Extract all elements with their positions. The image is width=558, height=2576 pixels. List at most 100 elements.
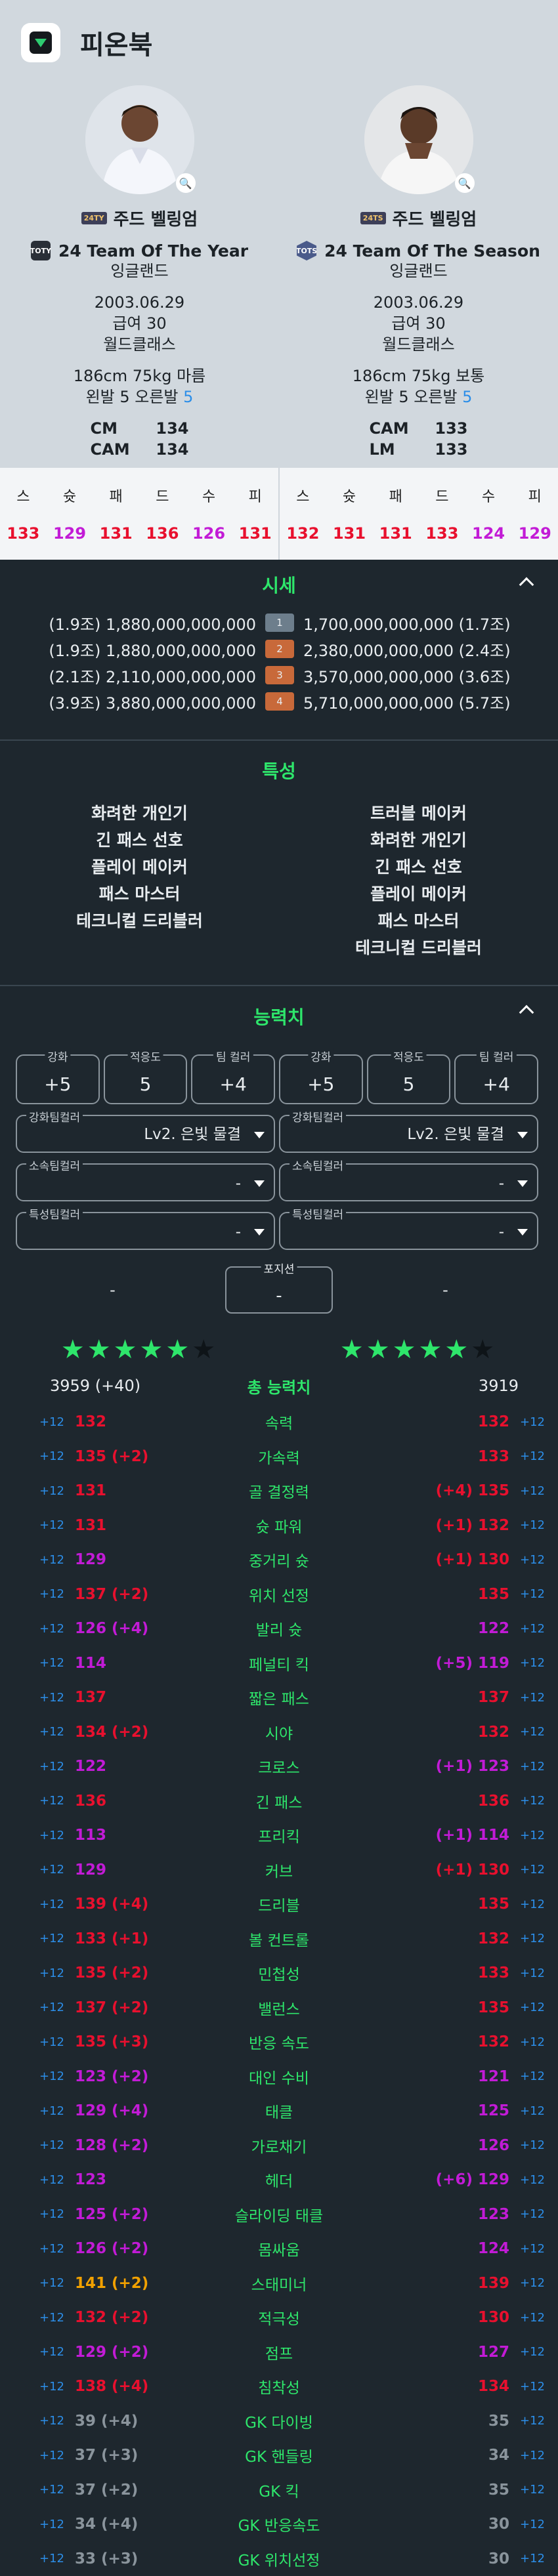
stat-row: +12139 (+4)드리블135+12 bbox=[0, 1887, 558, 1922]
trait-team-color-select[interactable]: 특성팀컬러- bbox=[16, 1212, 275, 1250]
summary-label: 수 bbox=[482, 485, 495, 506]
stat-value: 121 bbox=[478, 2068, 509, 2085]
stat-name: 침착성 bbox=[177, 2375, 381, 2398]
stat-bonus: +12 bbox=[520, 1725, 545, 1739]
stat-right: (+1) 130+12 bbox=[381, 1861, 558, 1879]
stat-value: 135 (+3) bbox=[75, 2033, 148, 2050]
stat-value-num: 132 bbox=[478, 2033, 509, 2050]
stat-left: +1233 (+3) bbox=[0, 2550, 177, 2567]
stat-bonus: +12 bbox=[520, 2449, 545, 2462]
price-row: (2.1조) 2,110,000,000,00033,570,000,000,0… bbox=[0, 662, 558, 688]
stat-name: 점프 bbox=[177, 2341, 381, 2363]
stat-value-num: 136 bbox=[478, 1793, 509, 1810]
stat-value: 131 bbox=[75, 1517, 106, 1534]
stat-value: (+5) 119 bbox=[436, 1655, 509, 1672]
app-logo-icon[interactable] bbox=[21, 23, 60, 62]
field-value: - bbox=[499, 1224, 504, 1241]
field-label: 적응도 bbox=[391, 1048, 427, 1064]
stat-bonus: +12 bbox=[520, 2035, 545, 2049]
nation: 잉글랜드 bbox=[110, 260, 168, 281]
zoom-icon[interactable]: 🔍 bbox=[176, 173, 196, 193]
position-select[interactable]: 포지션 - bbox=[225, 1266, 333, 1314]
summary-label: 스 bbox=[16, 485, 30, 506]
stat-bonus: +12 bbox=[39, 2035, 64, 2049]
stat-row: +12135 (+2)민첩성133+12 bbox=[0, 1956, 558, 1991]
team-color-select[interactable]: 팀 컬러+4 bbox=[454, 1054, 538, 1104]
summary-cell: 스133 bbox=[0, 468, 47, 560]
stat-bonus: +12 bbox=[520, 2069, 545, 2083]
club-team-color-select[interactable]: 소속팀컬러- bbox=[16, 1163, 275, 1201]
stat-bonus: +12 bbox=[39, 1449, 64, 1463]
stat-value: 125 bbox=[478, 2102, 509, 2119]
stat-bonus: +12 bbox=[520, 1553, 545, 1567]
position-ovr: CAM133 bbox=[370, 418, 468, 439]
price-right: 1,700,000,000,000 (1.7조) bbox=[294, 612, 511, 634]
grade-chip-icon: 2 bbox=[265, 640, 294, 658]
trait-item: 화려한 개인기 bbox=[370, 827, 467, 854]
chevron-up-icon[interactable] bbox=[519, 577, 534, 592]
stat-value: (+1) 123 bbox=[436, 1758, 509, 1775]
player-name: 24TY주드 벨링엄 bbox=[81, 206, 198, 230]
stat-row: +12122크로스(+1) 123+12 bbox=[0, 1749, 558, 1784]
stat-left: +12129 (+4) bbox=[0, 2102, 177, 2119]
chevron-up-icon[interactable] bbox=[519, 1005, 534, 1020]
stat-value: 132 bbox=[478, 1724, 509, 1741]
field-value: +4 bbox=[456, 1073, 537, 1095]
total-ability-row: 3959 (+40) 총 능력치 3919 bbox=[0, 1367, 558, 1405]
stat-right: (+1) 123+12 bbox=[381, 1758, 558, 1775]
stat-right: 125+12 bbox=[381, 2102, 558, 2119]
stat-bonus: +12 bbox=[520, 1656, 545, 1670]
stat-row: +12125 (+2)슬라이딩 태클123+12 bbox=[0, 2197, 558, 2232]
adaptation-select[interactable]: 적응도5 bbox=[104, 1054, 188, 1104]
section-title: 능력치 bbox=[253, 1003, 304, 1029]
stat-bonus: +12 bbox=[520, 2483, 545, 2497]
stat-right: 133+12 bbox=[381, 1448, 558, 1465]
stat-value: 30 bbox=[488, 2550, 509, 2567]
zoom-icon[interactable]: 🔍 bbox=[455, 173, 475, 193]
trait-item: 패스 마스터 bbox=[378, 907, 460, 934]
upgrade-select[interactable]: 강화+5 bbox=[279, 1054, 363, 1104]
stat-name: 속력 bbox=[177, 1411, 381, 1433]
field-value: 5 bbox=[368, 1073, 450, 1095]
stat-bonus: +12 bbox=[520, 1449, 545, 1463]
enhance-team-color-select[interactable]: 강화팀컬러Lv2. 은빛 물결 bbox=[279, 1115, 538, 1153]
upgrade-select[interactable]: 강화+5 bbox=[16, 1054, 100, 1104]
stat-value-num: 137 bbox=[478, 1689, 509, 1706]
stat-value: 126 (+2) bbox=[75, 2240, 148, 2257]
stat-name: 중거리 슛 bbox=[177, 1548, 381, 1571]
summary-value: 131 bbox=[239, 524, 272, 543]
ability-header[interactable]: 능력치 bbox=[0, 987, 558, 1045]
stat-bonus: +12 bbox=[39, 2173, 64, 2187]
adaptation-select[interactable]: 적응도5 bbox=[367, 1054, 451, 1104]
stat-left: +12123 (+2) bbox=[0, 2068, 177, 2085]
stat-bonus: +12 bbox=[520, 1622, 545, 1636]
stat-row: +12136긴 패스136+12 bbox=[0, 1784, 558, 1819]
trait-team-color-select[interactable]: 특성팀컬러- bbox=[279, 1212, 538, 1250]
stat-left: +12 133 (+1) bbox=[0, 1930, 177, 1947]
stat-value-num: 130 bbox=[478, 2309, 509, 2326]
price-header[interactable]: 시세 bbox=[0, 560, 558, 610]
stat-bonus: +12 bbox=[39, 1932, 64, 1945]
team-color-select[interactable]: 팀 컬러+4 bbox=[191, 1054, 275, 1104]
stat-value: 137 (+2) bbox=[75, 1999, 148, 2016]
stat-name: GK 반응속도 bbox=[177, 2513, 381, 2535]
section-title: 특성 bbox=[262, 757, 296, 783]
stat-value: 37 (+2) bbox=[75, 2482, 138, 2499]
club-team-color-select[interactable]: 소속팀컬러- bbox=[279, 1163, 538, 1201]
season-line: TOTY24 Team Of The Year bbox=[31, 241, 248, 260]
stat-value-num: 30 bbox=[488, 2516, 509, 2533]
stat-bonus: +12 bbox=[39, 1829, 64, 1842]
traits-left: 화려한 개인기긴 패스 선호플레이 메이커패스 마스터테크니컬 드리블러 bbox=[0, 800, 279, 961]
summary-value: 132 bbox=[286, 524, 319, 543]
enhance-team-color-select[interactable]: 강화팀컬러Lv2. 은빛 물결 bbox=[16, 1115, 275, 1153]
trait-item: 화려한 개인기 bbox=[91, 800, 188, 827]
star-icon: ★ bbox=[366, 1335, 393, 1365]
traits-section: 특성 화려한 개인기긴 패스 선호플레이 메이커패스 마스터테크니컬 드리블러 … bbox=[0, 741, 558, 986]
summary-value: 126 bbox=[192, 524, 225, 543]
stat-bonus: +12 bbox=[39, 2276, 64, 2290]
stat-bonus: +12 bbox=[39, 1863, 64, 1877]
stat-value: 133 (+1) bbox=[75, 1930, 148, 1947]
star-rating-right: ★★★★★★ bbox=[279, 1335, 558, 1365]
summary-label: 패 bbox=[110, 485, 123, 506]
traits-header: 특성 bbox=[0, 741, 558, 800]
